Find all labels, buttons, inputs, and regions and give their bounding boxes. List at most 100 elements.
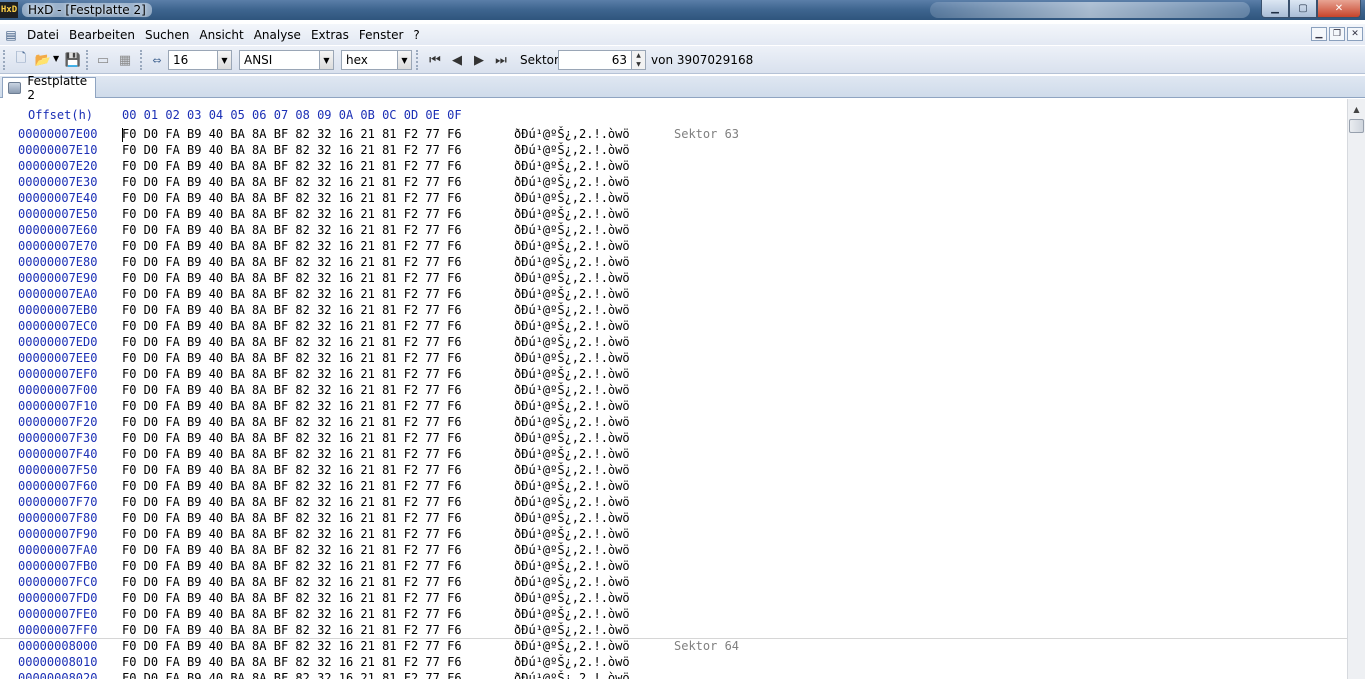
row-ascii-text[interactable]: ðÐú¹@º­Š¿‚2.!.òwö (514, 175, 630, 189)
hex-row[interactable]: 00000007E00 F0 D0 FA B9 40 BA 8A BF 82 32… (0, 127, 1347, 143)
hex-row[interactable]: 00000007EC0 F0 D0 FA B9 40 BA 8A BF 82 32… (0, 319, 1347, 335)
tab-festplatte-2[interactable]: Festplatte 2 (2, 74, 96, 102)
open-dropdown-icon[interactable]: ▼ (53, 54, 59, 63)
row-hex-bytes[interactable]: F0 D0 FA B9 40 BA 8A BF 82 32 16 21 81 F… (122, 175, 462, 189)
row-hex-bytes[interactable]: F0 D0 FA B9 40 BA 8A BF 82 32 16 21 81 F… (122, 303, 462, 317)
hex-row[interactable]: 00000007EA0 F0 D0 FA B9 40 BA 8A BF 82 32… (0, 287, 1347, 303)
row-hex-bytes[interactable]: F0 D0 FA B9 40 BA 8A BF 82 32 16 21 81 F… (122, 367, 462, 381)
next-sector-icon[interactable]: ▶ (470, 51, 488, 69)
row-hex-bytes[interactable]: F0 D0 FA B9 40 BA 8A BF 82 32 16 21 81 F… (122, 559, 462, 573)
chevron-down-icon[interactable]: ▼ (217, 51, 231, 69)
row-ascii-text[interactable]: ðÐú¹@º­Š¿‚2.!.òwö (514, 527, 630, 541)
scroll-up-icon[interactable]: ▲ (1349, 103, 1364, 115)
row-hex-bytes[interactable]: F0 D0 FA B9 40 BA 8A BF 82 32 16 21 81 F… (122, 143, 462, 157)
row-ascii-text[interactable]: ðÐú¹@º­Š¿‚2.!.òwö (514, 591, 630, 605)
row-ascii-text[interactable]: ðÐú¹@º­Š¿‚2.!.òwö (514, 463, 630, 477)
new-file-icon[interactable]: 🗋 (12, 51, 30, 69)
mdi-minimize-button[interactable]: ▁ (1311, 27, 1327, 41)
hex-row[interactable]: 00000007E20 F0 D0 FA B9 40 BA 8A BF 82 32… (0, 159, 1347, 175)
document-icon[interactable]: ▤ (0, 26, 22, 44)
row-ascii-text[interactable]: ðÐú¹@º­Š¿‚2.!.òwö (514, 431, 630, 445)
row-ascii-text[interactable]: ðÐú¹@º­Š¿‚2.!.òwö (514, 143, 630, 157)
hex-row[interactable]: 00000007F20 F0 D0 FA B9 40 BA 8A BF 82 32… (0, 415, 1347, 431)
row-ascii-text[interactable]: ðÐú¹@º­Š¿‚2.!.òwö (514, 511, 630, 525)
hex-row[interactable]: 00000007E90 F0 D0 FA B9 40 BA 8A BF 82 32… (0, 271, 1347, 287)
hex-row[interactable]: 00000008000 F0 D0 FA B9 40 BA 8A BF 82 32… (0, 639, 1347, 655)
row-ascii-text[interactable]: ðÐú¹@º­Š¿‚2.!.òwö (514, 575, 630, 589)
row-ascii-text[interactable]: ðÐú¹@º­Š¿‚2.!.òwö (514, 287, 630, 301)
hex-row[interactable]: 00000007F50 F0 D0 FA B9 40 BA 8A BF 82 32… (0, 463, 1347, 479)
row-hex-bytes[interactable]: F0 D0 FA B9 40 BA 8A BF 82 32 16 21 81 F… (122, 319, 462, 333)
row-hex-bytes[interactable]: F0 D0 FA B9 40 BA 8A BF 82 32 16 21 81 F… (122, 607, 462, 621)
toolbar-grip[interactable] (416, 50, 419, 70)
toolbar-grip[interactable] (140, 50, 143, 70)
row-ascii-text[interactable]: ðÐú¹@º­Š¿‚2.!.òwö (514, 639, 630, 653)
row-hex-bytes[interactable]: F0 D0 FA B9 40 BA 8A BF 82 32 16 21 81 F… (122, 431, 462, 445)
hex-row[interactable]: 00000007F00 F0 D0 FA B9 40 BA 8A BF 82 32… (0, 383, 1347, 399)
first-sector-icon[interactable]: ⏮ (426, 51, 444, 69)
row-hex-bytes[interactable]: F0 D0 FA B9 40 BA 8A BF 82 32 16 21 81 F… (122, 623, 462, 637)
row-hex-bytes[interactable]: F0 D0 FA B9 40 BA 8A BF 82 32 16 21 81 F… (122, 591, 462, 605)
hex-row[interactable]: 00000007FA0 F0 D0 FA B9 40 BA 8A BF 82 32… (0, 543, 1347, 559)
save-icon[interactable]: 💾 (64, 51, 82, 69)
hex-row[interactable]: 00000007FC0 F0 D0 FA B9 40 BA 8A BF 82 32… (0, 575, 1347, 591)
menu-datei[interactable]: Datei (22, 28, 64, 42)
hex-row[interactable]: 00000007FF0 F0 D0 FA B9 40 BA 8A BF 82 32… (0, 623, 1347, 639)
row-hex-bytes[interactable]: F0 D0 FA B9 40 BA 8A BF 82 32 16 21 81 F… (122, 415, 462, 429)
row-ascii-text[interactable]: ðÐú¹@º­Š¿‚2.!.òwö (514, 239, 630, 253)
hex-row[interactable]: 00000007E60 F0 D0 FA B9 40 BA 8A BF 82 32… (0, 223, 1347, 239)
hex-row[interactable]: 00000007F60 F0 D0 FA B9 40 BA 8A BF 82 32… (0, 479, 1347, 495)
row-ascii-text[interactable]: ðÐú¹@º­Š¿‚2.!.òwö (514, 367, 630, 381)
row-hex-bytes[interactable]: F0 D0 FA B9 40 BA 8A BF 82 32 16 21 81 F… (122, 223, 462, 237)
sector-spinner[interactable]: ▲ ▼ (631, 51, 645, 69)
row-ascii-text[interactable]: ðÐú¹@º­Š¿‚2.!.òwö (514, 255, 630, 269)
row-ascii-text[interactable]: ðÐú¹@º­Š¿‚2.!.òwö (514, 351, 630, 365)
hex-row[interactable]: 00000007F80 F0 D0 FA B9 40 BA 8A BF 82 32… (0, 511, 1347, 527)
row-hex-bytes[interactable]: F0 D0 FA B9 40 BA 8A BF 82 32 16 21 81 F… (122, 463, 462, 477)
row-hex-bytes[interactable]: F0 D0 FA B9 40 BA 8A BF 82 32 16 21 81 F… (122, 447, 462, 461)
row-ascii-text[interactable]: ðÐú¹@º­Š¿‚2.!.òwö (514, 335, 630, 349)
row-hex-bytes[interactable]: F0 D0 FA B9 40 BA 8A BF 82 32 16 21 81 F… (122, 207, 462, 221)
row-hex-bytes[interactable]: F0 D0 FA B9 40 BA 8A BF 82 32 16 21 81 F… (122, 287, 462, 301)
row-hex-bytes[interactable]: F0 D0 FA B9 40 BA 8A BF 82 32 16 21 81 F… (122, 159, 462, 173)
hex-row[interactable]: 00000007E50 F0 D0 FA B9 40 BA 8A BF 82 32… (0, 207, 1347, 223)
menu-help[interactable]: ? (408, 28, 424, 42)
row-hex-bytes[interactable]: F0 D0 FA B9 40 BA 8A BF 82 32 16 21 81 F… (122, 671, 462, 679)
row-ascii-text[interactable]: ðÐú¹@º­Š¿‚2.!.òwö (514, 399, 630, 413)
menu-analyse[interactable]: Analyse (249, 28, 306, 42)
hex-row[interactable]: 00000007FB0 F0 D0 FA B9 40 BA 8A BF 82 32… (0, 559, 1347, 575)
mdi-close-button[interactable]: ✕ (1347, 27, 1363, 41)
menu-ansicht[interactable]: Ansicht (194, 28, 248, 42)
menu-bearbeiten[interactable]: Bearbeiten (64, 28, 140, 42)
menu-suchen[interactable]: Suchen (140, 28, 194, 42)
hex-row[interactable]: 00000007E40 F0 D0 FA B9 40 BA 8A BF 82 32… (0, 191, 1347, 207)
hex-row[interactable]: 00000007FD0 F0 D0 FA B9 40 BA 8A BF 82 32… (0, 591, 1347, 607)
hxd-app-icon[interactable]: HxD (0, 2, 18, 18)
row-hex-bytes[interactable]: F0 D0 FA B9 40 BA 8A BF 82 32 16 21 81 F… (122, 543, 462, 557)
last-sector-icon[interactable]: ⏭ (492, 51, 510, 69)
chevron-down-icon[interactable]: ▼ (397, 51, 411, 69)
offset-base-select[interactable]: hex ▼ (341, 50, 412, 70)
row-hex-bytes[interactable]: F0 D0 FA B9 40 BA 8A BF 82 32 16 21 81 F… (122, 335, 462, 349)
hex-row[interactable]: 00000007ED0 F0 D0 FA B9 40 BA 8A BF 82 32… (0, 335, 1347, 351)
charset-select[interactable]: ANSI ▼ (239, 50, 334, 70)
open-ram-icon[interactable]: ▦ (116, 51, 134, 69)
row-ascii-text[interactable]: ðÐú¹@º­Š¿‚2.!.òwö (514, 207, 630, 221)
menu-fenster[interactable]: Fenster (354, 28, 409, 42)
hex-row[interactable]: 00000007F70 F0 D0 FA B9 40 BA 8A BF 82 32… (0, 495, 1347, 511)
bytes-per-row-select[interactable]: 16 ▼ (168, 50, 232, 70)
row-hex-bytes[interactable]: F0 D0 FA B9 40 BA 8A BF 82 32 16 21 81 F… (122, 351, 462, 365)
row-hex-bytes[interactable]: F0 D0 FA B9 40 BA 8A BF 82 32 16 21 81 F… (122, 495, 462, 509)
maximize-button[interactable]: ▢ (1289, 0, 1317, 18)
hex-row[interactable]: 00000007E30 F0 D0 FA B9 40 BA 8A BF 82 32… (0, 175, 1347, 191)
row-ascii-text[interactable]: ðÐú¹@º­Š¿‚2.!.òwö (514, 655, 630, 669)
row-hex-bytes[interactable]: F0 D0 FA B9 40 BA 8A BF 82 32 16 21 81 F… (122, 383, 462, 397)
row-ascii-text[interactable]: ðÐú¹@º­Š¿‚2.!.òwö (514, 383, 630, 397)
minimize-button[interactable]: ▁ (1261, 0, 1289, 18)
row-ascii-text[interactable]: ðÐú¹@º­Š¿‚2.!.òwö (514, 623, 630, 637)
row-ascii-text[interactable]: ðÐú¹@º­Š¿‚2.!.òwö (514, 447, 630, 461)
scroll-thumb[interactable] (1349, 119, 1364, 133)
row-ascii-text[interactable]: ðÐú¹@º­Š¿‚2.!.òwö (514, 543, 630, 557)
hex-row[interactable]: 00000007E80 F0 D0 FA B9 40 BA 8A BF 82 32… (0, 255, 1347, 271)
hex-editor[interactable]: Offset(h) 00 01 02 03 04 05 06 07 08 09 … (0, 99, 1347, 679)
